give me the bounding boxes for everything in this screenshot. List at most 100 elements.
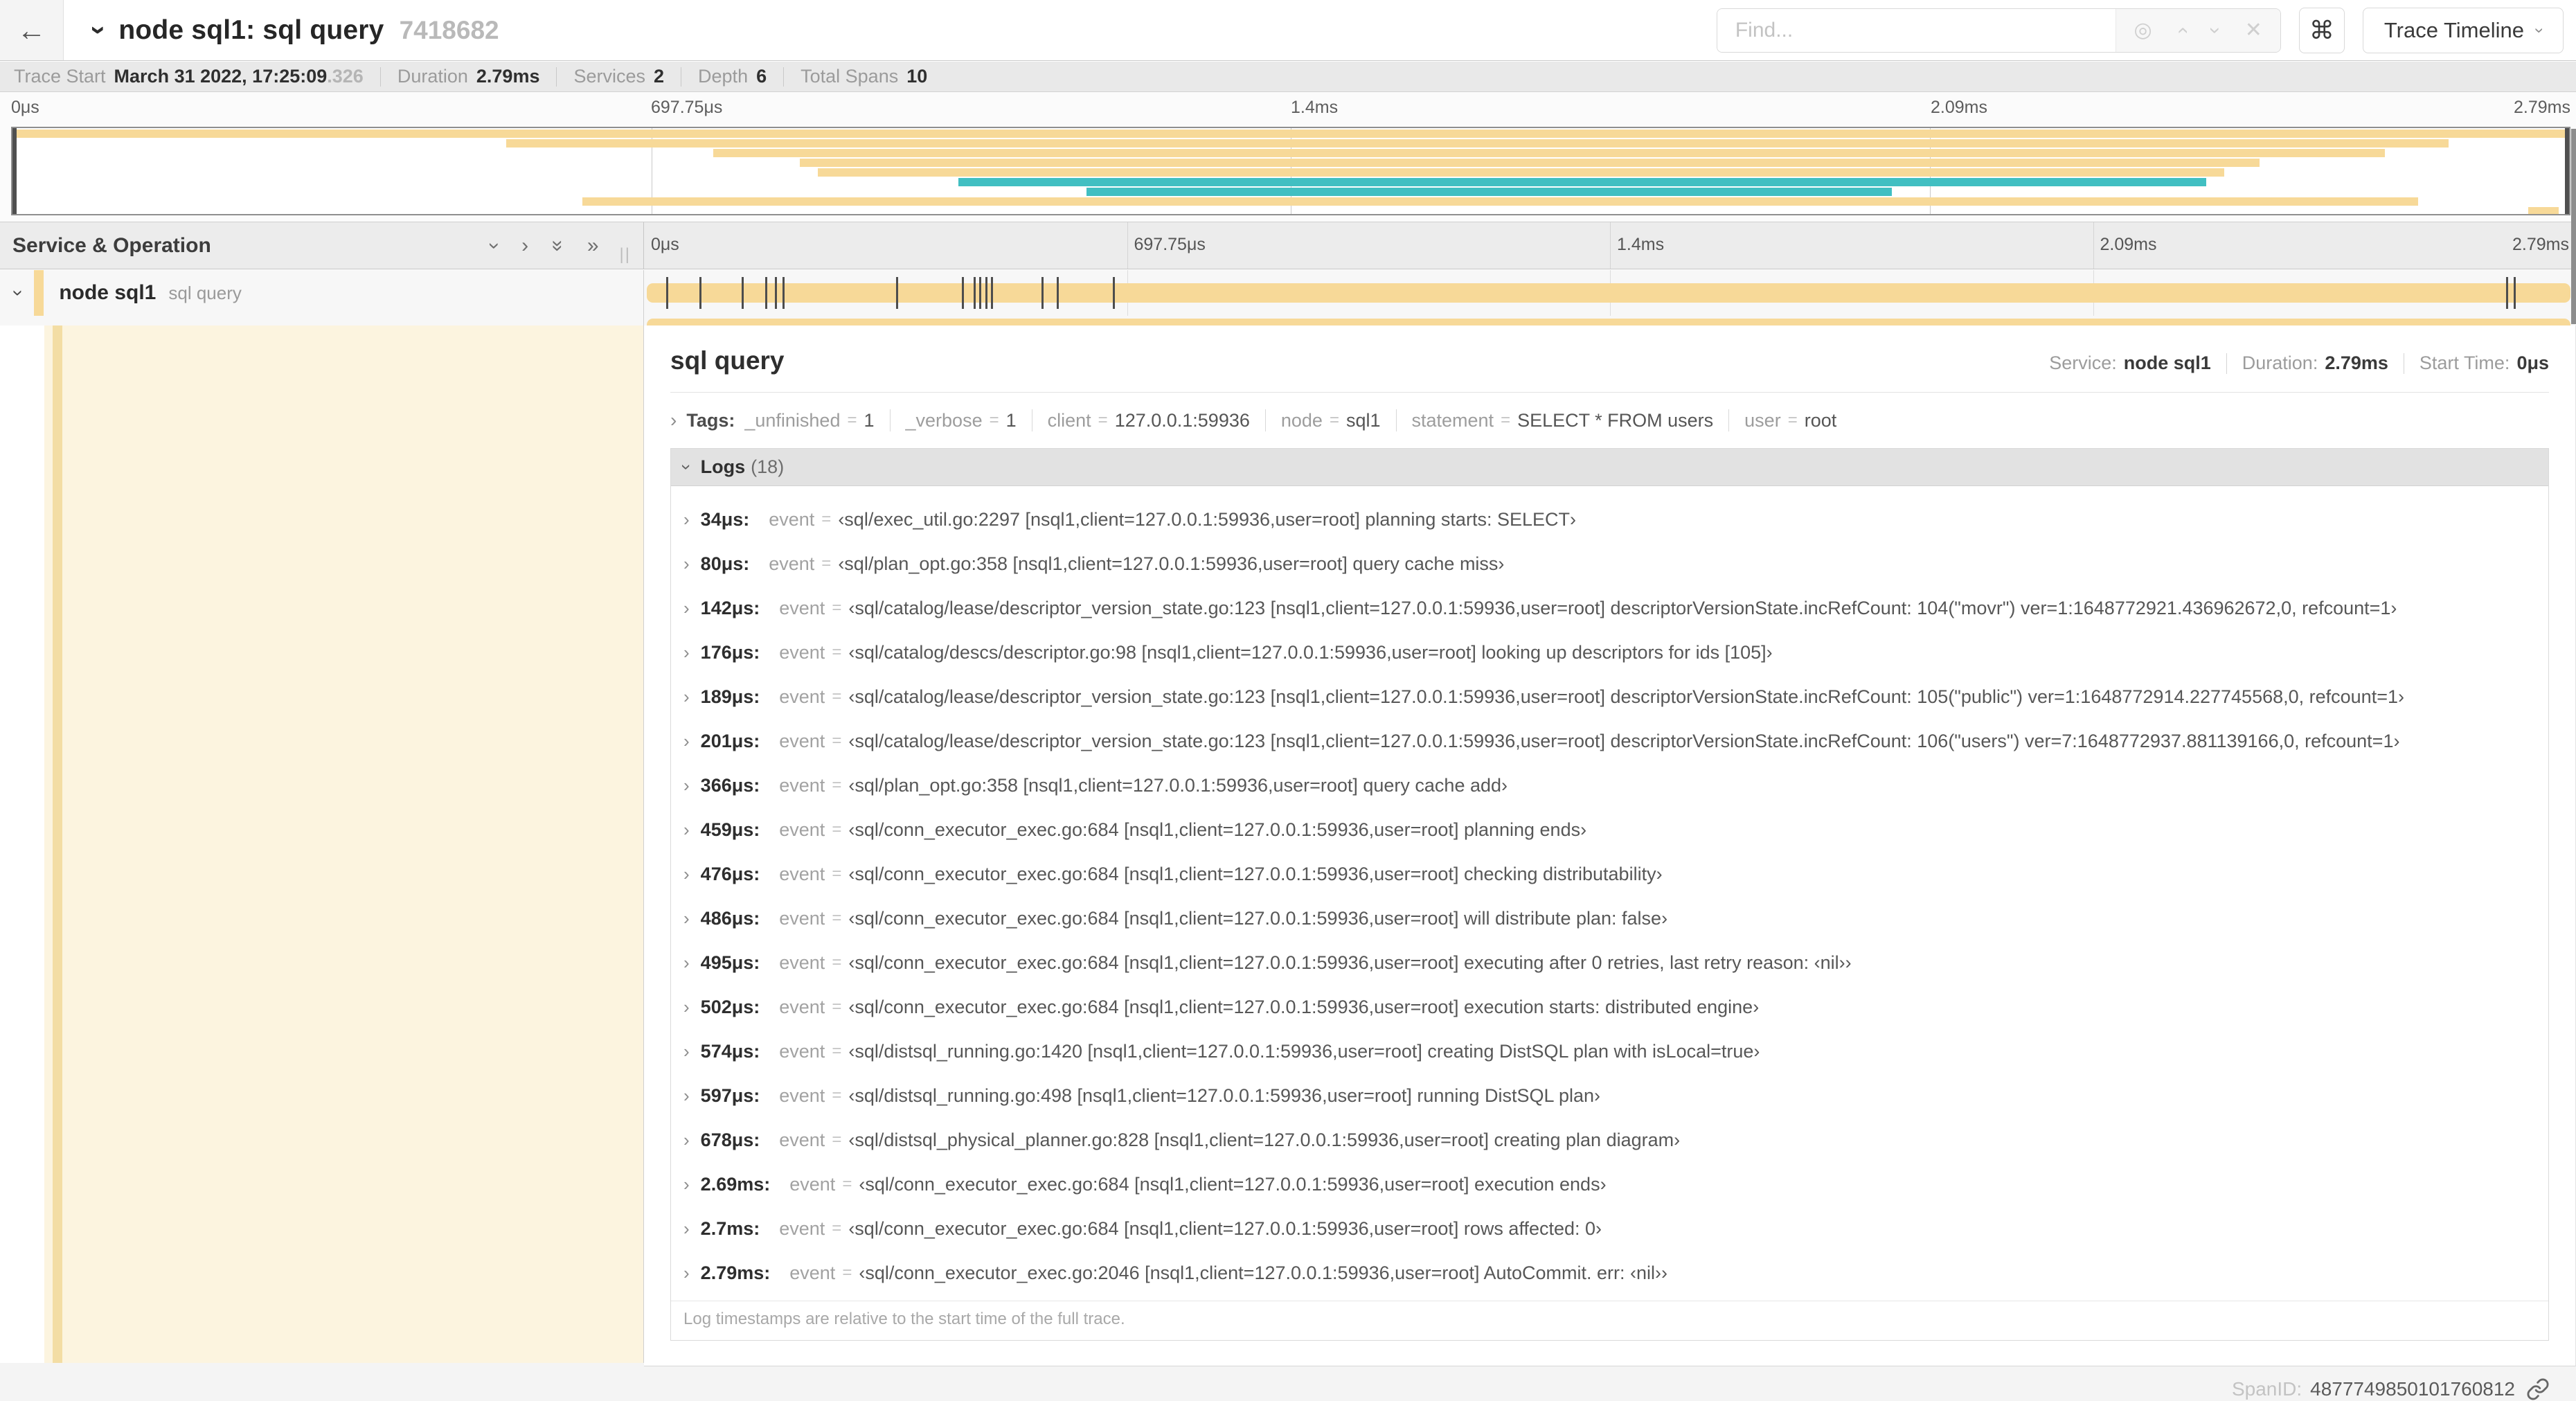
- partial-row-name-cell: [0, 316, 644, 325]
- log-timestamp: 2.7ms:: [700, 1217, 760, 1239]
- info-value: 6: [756, 66, 767, 87]
- log-field-value: ‹sql/distsql_physical_planner.go:828 [ns…: [848, 1129, 1681, 1150]
- log-event-marker[interactable]: [2513, 277, 2516, 309]
- span-row-node-sql1[interactable]: › node sql1 sql query: [0, 270, 2576, 316]
- log-timestamp: 486μs:: [700, 907, 760, 929]
- link-icon[interactable]: [2526, 1377, 2550, 1401]
- minimap-span-bar: [2528, 207, 2559, 214]
- top-bar: ← › node sql1: sql query 7418682 ◎ › › ✕…: [0, 0, 2576, 61]
- span-detail-meta: Service: node sql1 Duration: 2.79ms Start Ti…: [2049, 353, 2549, 374]
- span-row-timeline[interactable]: [644, 270, 2576, 316]
- minimap-row: [12, 168, 2569, 177]
- logs-header[interactable]: › Logs (18): [671, 449, 2548, 486]
- log-event-marker[interactable]: [1112, 277, 1115, 309]
- timeline-tick-label: 2.09ms: [2100, 235, 2157, 254]
- log-event-marker[interactable]: [985, 277, 987, 309]
- span-detail-header[interactable]: sql query Service: node sql1 Duration: 2.79…: [670, 346, 2549, 375]
- back-button[interactable]: ←: [0, 0, 64, 60]
- tag-item: _verbose = 1: [906, 410, 1017, 431]
- log-event-marker[interactable]: [782, 277, 785, 309]
- span-row-name-cell: › node sql1 sql query: [0, 270, 644, 316]
- log-row[interactable]: › 486μs: event = ‹sql/conn_executor_exec.go:…: [671, 896, 2548, 940]
- log-row[interactable]: › 142μs: event = ‹sql/catalog/lease/descript…: [671, 586, 2548, 630]
- span-color-stripe: [53, 325, 62, 1363]
- minimap-canvas[interactable]: [11, 127, 2570, 215]
- log-field-key: event: [779, 1085, 825, 1106]
- double-chevron-down-icon[interactable]: »: [546, 240, 570, 251]
- info-value-fraction: .326: [327, 66, 364, 87]
- log-row[interactable]: › 34μs: event = ‹sql/exec_util.go:2297 [nsql…: [671, 497, 2548, 542]
- info-label: Trace Start: [14, 66, 106, 87]
- log-event-marker[interactable]: [774, 277, 777, 309]
- log-row[interactable]: › 201μs: event = ‹sql/catalog/lease/descript…: [671, 719, 2548, 763]
- view-selector-button[interactable]: Trace Timeline ›: [2362, 7, 2564, 53]
- minimap-row: [12, 159, 2569, 167]
- log-event-marker[interactable]: [979, 277, 982, 309]
- logs-accordion: › Logs (18) › 34μs: event = ‹sql/exec_util.g…: [670, 448, 2549, 1341]
- chevron-right-icon[interactable]: ›: [521, 234, 528, 258]
- log-row[interactable]: › 495μs: event = ‹sql/conn_executor_exec.go:…: [671, 940, 2548, 985]
- log-row[interactable]: › 366μs: event = ‹sql/plan_opt.go:358 [nsql1…: [671, 763, 2548, 807]
- scrollbar[interactable]: [2571, 129, 2576, 324]
- log-event-marker[interactable]: [742, 277, 744, 309]
- log-row[interactable]: › 476μs: event = ‹sql/conn_executor_exec.go:…: [671, 852, 2548, 896]
- title-collapse-icon[interactable]: ›: [83, 26, 114, 35]
- log-field-key: event: [779, 686, 825, 707]
- find-next-icon[interactable]: ›: [2203, 27, 2227, 34]
- log-event-marker[interactable]: [2505, 277, 2508, 309]
- keyboard-shortcuts-button[interactable]: ⌘: [2298, 7, 2345, 53]
- find-group: ◎ › › ✕: [1716, 8, 2281, 53]
- info-value: 10: [906, 66, 928, 87]
- log-row[interactable]: › 2.69ms: event = ‹sql/conn_executor_exec.go…: [671, 1162, 2548, 1206]
- find-prev-icon[interactable]: ›: [2170, 27, 2194, 34]
- log-row[interactable]: › 2.7ms: event = ‹sql/conn_executor_exec.go:…: [671, 1206, 2548, 1251]
- log-row[interactable]: › 502μs: event = ‹sql/conn_executor_exec.go:…: [671, 985, 2548, 1029]
- log-row[interactable]: › 189μs: event = ‹sql/catalog/lease/descript…: [671, 675, 2548, 719]
- locate-icon[interactable]: ◎: [2134, 18, 2152, 42]
- span-collapse-icon[interactable]: ›: [8, 289, 30, 296]
- log-event-marker[interactable]: [962, 277, 965, 309]
- chevron-down-icon[interactable]: ›: [483, 242, 506, 249]
- log-row[interactable]: › 678μs: event = ‹sql/distsql_physical_plann…: [671, 1118, 2548, 1162]
- log-event-marker[interactable]: [1057, 277, 1059, 309]
- chevron-right-icon: ›: [683, 1262, 690, 1283]
- log-event-marker[interactable]: [974, 277, 976, 309]
- separator: [556, 66, 557, 87]
- log-event-marker[interactable]: [1041, 277, 1044, 309]
- tag-item: client = 127.0.0.1:59936: [1048, 410, 1250, 431]
- log-event-marker[interactable]: [699, 277, 701, 309]
- span-operation-name: sql query: [168, 282, 242, 303]
- log-event-marker[interactable]: [896, 277, 899, 309]
- log-field-value: ‹sql/distsql_running.go:1420 [nsql1,clie…: [848, 1040, 1760, 1062]
- tag-equals: =: [1787, 411, 1798, 429]
- detail-meta-value: 2.79ms: [2325, 353, 2388, 373]
- find-clear-icon[interactable]: ✕: [2245, 18, 2262, 42]
- log-row[interactable]: › 459μs: event = ‹sql/conn_executor_exec.go:…: [671, 807, 2548, 852]
- log-row[interactable]: › 80μs: event = ‹sql/plan_opt.go:358 [nsql1,…: [671, 542, 2548, 586]
- tags-row[interactable]: › Tags: _unfinished = 1 _verbose = 1 client = 127.…: [670, 409, 2549, 431]
- tag-key: user: [1744, 409, 1781, 431]
- log-row[interactable]: › 2.79ms: event = ‹sql/conn_executor_exec.go…: [671, 1251, 2548, 1295]
- log-row[interactable]: › 574μs: event = ‹sql/distsql_running.go:142…: [671, 1029, 2548, 1073]
- log-timestamp: 2.69ms:: [700, 1173, 771, 1195]
- chevron-right-icon: ›: [683, 1217, 690, 1239]
- double-chevron-right-icon[interactable]: »: [587, 234, 599, 258]
- top-bar-actions: ◎ › › ✕ ⌘ Trace Timeline ›: [1716, 7, 2576, 53]
- log-field-value: ‹sql/catalog/descs/descriptor.go:98 [nsq…: [848, 641, 1773, 663]
- find-input[interactable]: [1717, 8, 2116, 52]
- info-label: Depth: [698, 66, 749, 87]
- log-timestamp: 189μs:: [700, 686, 760, 707]
- minimap-left-handle[interactable]: [12, 128, 17, 214]
- span-duration-bar[interactable]: [647, 283, 2570, 303]
- trace-info-item: Duration 2.79ms: [397, 66, 540, 87]
- page-title: node sql1: sql query: [118, 15, 384, 45]
- log-row[interactable]: › 597μs: event = ‹sql/distsql_running.go:498…: [671, 1073, 2548, 1118]
- log-event-marker[interactable]: [764, 277, 767, 309]
- log-field-key: event: [779, 952, 825, 973]
- log-row[interactable]: › 176μs: event = ‹sql/catalog/descs/descript…: [671, 630, 2548, 675]
- log-event-marker[interactable]: [991, 277, 994, 309]
- minimap-right-handle[interactable]: [2565, 128, 2569, 214]
- span-tint-background: [44, 325, 643, 1363]
- log-event-marker[interactable]: [666, 277, 669, 309]
- column-resizer[interactable]: ||: [620, 245, 631, 269]
